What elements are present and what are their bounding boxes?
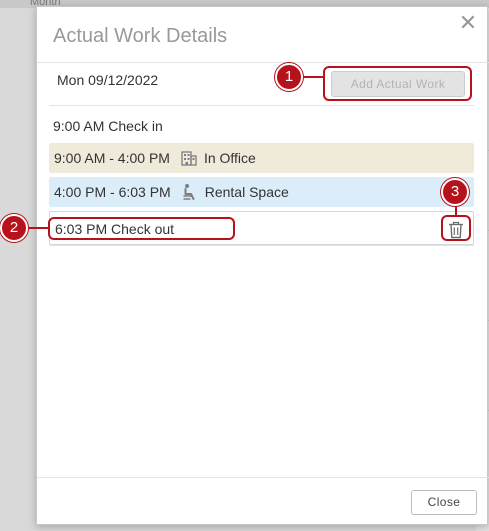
check-in-entry: 9:00 AM Check in xyxy=(53,118,163,134)
callout-marker-1: 1 xyxy=(275,63,303,91)
building-icon xyxy=(180,149,198,167)
entry-location: In Office xyxy=(203,150,256,166)
work-entry-rental-space[interactable]: 4:00 PM - 6:03 PM Rental Space xyxy=(49,177,474,207)
callout-connector-2 xyxy=(25,227,49,229)
work-entry-in-office[interactable]: 9:00 AM - 4:00 PM In Office xyxy=(49,143,474,173)
highlight-add-button xyxy=(323,66,472,101)
entry-time: 9:00 AM - 4:00 PM xyxy=(54,150,170,166)
entry-time: 4:00 PM - 6:03 PM xyxy=(54,184,171,200)
highlight-check-out xyxy=(48,217,235,240)
list-divider xyxy=(49,245,474,246)
entry-location: Rental Space xyxy=(204,184,289,200)
date-divider xyxy=(49,105,474,106)
callout-marker-3: 3 xyxy=(441,178,469,206)
callout-connector-1 xyxy=(300,76,324,78)
close-button[interactable]: Close xyxy=(411,490,477,515)
title-divider xyxy=(37,62,489,63)
highlight-trash xyxy=(441,215,471,241)
seat-icon xyxy=(181,183,199,201)
work-date: Mon 09/12/2022 xyxy=(57,72,159,88)
callout-marker-2: 2 xyxy=(0,214,28,242)
close-x-icon[interactable]: ✕ xyxy=(457,12,479,34)
footer-divider xyxy=(37,477,489,478)
dialog-title: Actual Work Details xyxy=(53,25,228,47)
